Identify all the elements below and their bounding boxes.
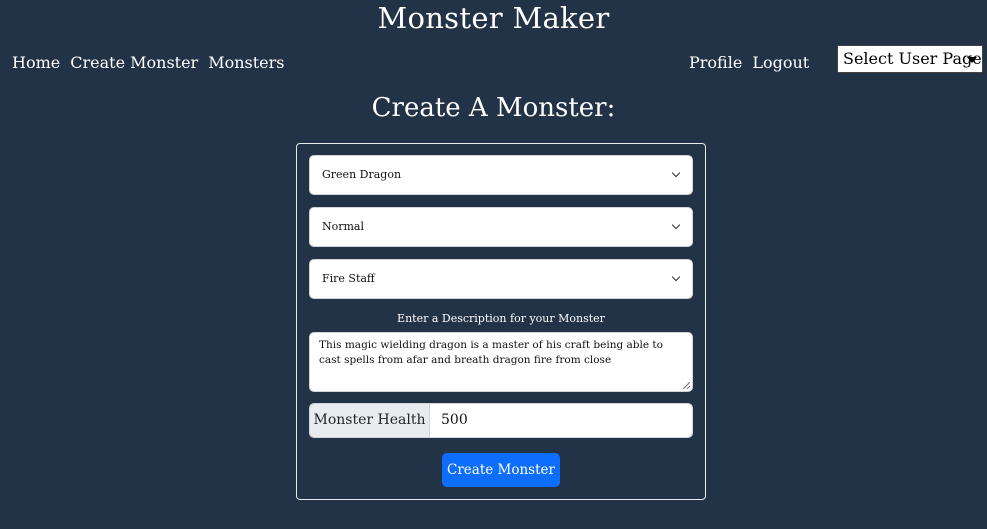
difficulty-value: Normal xyxy=(322,220,365,233)
chevron-down-icon xyxy=(671,168,681,178)
user-page-select[interactable]: Select User Page xyxy=(837,45,983,73)
create-monster-button[interactable]: Create Monster xyxy=(442,453,560,487)
description-label: Enter a Description for your Monster xyxy=(397,312,605,325)
difficulty-select[interactable]: Normal xyxy=(309,207,693,247)
monster-type-select[interactable]: Green Dragon xyxy=(309,155,693,195)
monster-health-input[interactable]: 500 xyxy=(430,404,692,437)
caret-down-icon xyxy=(967,57,977,63)
create-monster-form: Green Dragon Normal Fire Staff Enter a D… xyxy=(296,143,706,500)
nav-create-monster-link[interactable]: Create Monster xyxy=(70,52,198,74)
monster-health-label: Monster Health xyxy=(310,404,430,437)
page-heading: Create A Monster: xyxy=(371,93,616,123)
user-page-select-label: Select User Page xyxy=(843,49,982,68)
description-textarea[interactable]: This magic wielding dragon is a master o… xyxy=(309,332,693,392)
weapon-select[interactable]: Fire Staff xyxy=(309,259,693,299)
monster-health-group: Monster Health 500 xyxy=(309,403,693,438)
description-text: This magic wielding dragon is a master o… xyxy=(319,339,663,366)
nav-logout-link[interactable]: Logout xyxy=(752,52,809,74)
user-nav: Profile Logout xyxy=(689,52,809,74)
main-nav: Home Create Monster Monsters xyxy=(12,52,285,74)
nav-monsters-link[interactable]: Monsters xyxy=(208,52,284,74)
resize-grip-icon[interactable] xyxy=(683,382,690,389)
chevron-down-icon xyxy=(671,220,681,230)
monster-type-value: Green Dragon xyxy=(322,168,402,181)
chevron-down-icon xyxy=(671,272,681,282)
weapon-value: Fire Staff xyxy=(322,272,375,285)
nav-profile-link[interactable]: Profile xyxy=(689,52,742,74)
nav-home-link[interactable]: Home xyxy=(12,52,60,74)
app-title: Monster Maker xyxy=(377,1,610,35)
